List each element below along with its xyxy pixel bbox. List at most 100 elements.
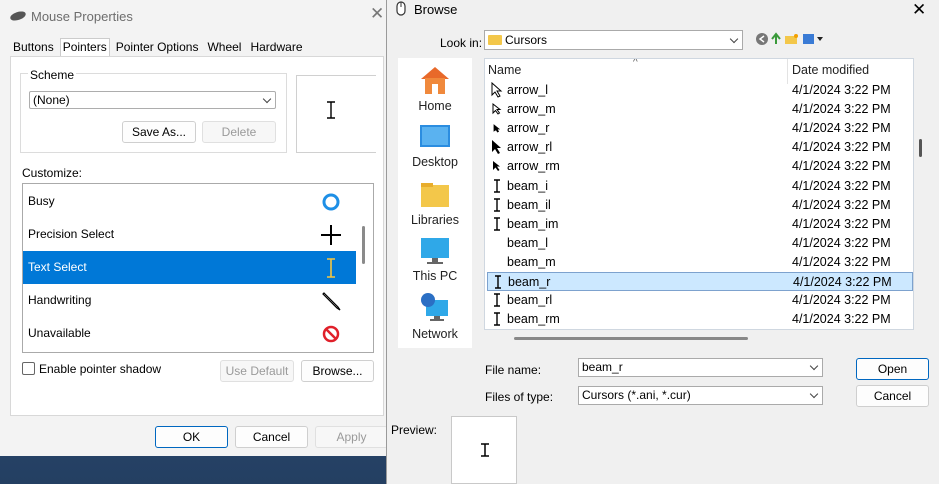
file-name-input[interactable]: beam_r bbox=[578, 358, 823, 377]
list-item-label: Precision Select bbox=[28, 227, 115, 241]
ok-button[interactable]: OK bbox=[155, 426, 228, 448]
scheme-value: (None) bbox=[33, 93, 70, 107]
list-item[interactable]: Busy bbox=[23, 185, 356, 218]
place-libraries[interactable]: Libraries bbox=[398, 180, 472, 227]
list-item[interactable]: Unavailable bbox=[23, 317, 356, 350]
file-list: Name ^ Date modified arrow_l 4/1/2024 3:2… bbox=[484, 58, 914, 330]
look-in-select[interactable]: Cursors bbox=[484, 30, 743, 50]
save-as-button[interactable]: Save As... bbox=[122, 121, 196, 143]
cursor-file-icon bbox=[494, 216, 500, 231]
file-name: beam_rm bbox=[507, 312, 560, 327]
chevron-down-icon bbox=[729, 34, 739, 44]
desktop-icon bbox=[420, 125, 450, 147]
file-date: 4/1/2024 3:22 PM bbox=[792, 102, 891, 117]
list-item-label: Unavailable bbox=[28, 326, 91, 340]
text-beam-icon bbox=[327, 101, 335, 119]
look-in-value: Cursors bbox=[505, 33, 548, 47]
cursor-file-icon bbox=[494, 293, 500, 307]
new-folder-icon[interactable] bbox=[785, 34, 798, 44]
file-row[interactable]: beam_m 4/1/2024 3:22 PM bbox=[487, 253, 913, 272]
cursor-file-icon bbox=[491, 82, 503, 98]
view-menu-icon[interactable] bbox=[803, 34, 823, 44]
place-label: Libraries bbox=[411, 213, 459, 227]
text-beam-icon bbox=[327, 258, 335, 278]
column-header-date[interactable]: Date modified bbox=[792, 63, 869, 77]
tab-wheel[interactable]: Wheel bbox=[204, 38, 244, 56]
column-header-name[interactable]: Name bbox=[488, 63, 521, 77]
tab-bar: Buttons Pointers Pointer Options Wheel H… bbox=[10, 38, 309, 56]
files-of-type-label: Files of type: bbox=[485, 390, 554, 404]
file-date: 4/1/2024 3:22 PM bbox=[792, 254, 891, 269]
list-item[interactable]: Text Select bbox=[23, 251, 356, 284]
file-date: 4/1/2024 3:22 PM bbox=[792, 121, 891, 136]
file-row[interactable]: beam_rm 4/1/2024 3:22 PM bbox=[487, 310, 913, 329]
apply-button[interactable]: Apply bbox=[315, 426, 388, 448]
tab-pointer-options[interactable]: Pointer Options bbox=[113, 38, 202, 56]
browse-button[interactable]: Browse... bbox=[301, 360, 374, 382]
tab-pointers[interactable]: Pointers bbox=[59, 38, 110, 56]
cursor-file-icon bbox=[494, 312, 500, 326]
list-item-label: Handwriting bbox=[28, 293, 92, 307]
file-row[interactable]: arrow_l 4/1/2024 3:22 PM bbox=[487, 81, 913, 100]
file-name: beam_il bbox=[507, 197, 551, 212]
cancel-button[interactable]: Cancel bbox=[235, 426, 308, 448]
browse-close-icon[interactable]: ✕ bbox=[912, 0, 926, 20]
file-preview bbox=[451, 416, 517, 484]
file-row[interactable]: arrow_rl 4/1/2024 3:22 PM bbox=[487, 138, 913, 157]
file-list-horizontal-scrollbar[interactable] bbox=[514, 337, 748, 340]
sort-ascending-icon: ^ bbox=[633, 58, 638, 68]
back-icon[interactable] bbox=[756, 33, 768, 45]
file-name: arrow_l bbox=[507, 83, 548, 97]
tab-hardware[interactable]: Hardware bbox=[247, 38, 305, 56]
list-item[interactable]: Handwriting bbox=[23, 284, 356, 317]
enable-pointer-shadow-checkbox[interactable] bbox=[22, 362, 35, 375]
file-row[interactable]: beam_r 4/1/2024 3:22 PM bbox=[487, 272, 913, 291]
enable-pointer-shadow-label: Enable pointer shadow bbox=[39, 362, 162, 376]
file-row[interactable]: beam_i 4/1/2024 3:22 PM bbox=[487, 177, 913, 196]
file-list-vertical-scrollbar[interactable] bbox=[919, 139, 922, 157]
file-row[interactable]: arrow_r 4/1/2024 3:22 PM bbox=[487, 119, 913, 138]
files-of-type-select[interactable]: Cursors (*.ani, *.cur) bbox=[578, 386, 823, 405]
cursor-file-icon bbox=[492, 140, 501, 155]
cursor-file-icon bbox=[492, 103, 502, 115]
scheme-label: Scheme bbox=[28, 68, 77, 82]
scheme-select[interactable]: (None) bbox=[29, 91, 276, 109]
cursor-file-icon bbox=[495, 275, 501, 289]
place-home[interactable]: Home bbox=[398, 64, 472, 113]
place-label: Home bbox=[418, 99, 452, 113]
place-network[interactable]: Network bbox=[398, 292, 472, 341]
open-button[interactable]: Open bbox=[856, 358, 929, 380]
file-date: 4/1/2024 3:22 PM bbox=[792, 197, 891, 212]
look-in-label: Look in: bbox=[440, 36, 483, 50]
pointer-preview bbox=[296, 75, 376, 153]
file-name-label: File name: bbox=[485, 363, 542, 377]
preview-label: Preview: bbox=[391, 423, 438, 437]
tab-buttons[interactable]: Buttons bbox=[10, 38, 57, 56]
up-folder-icon[interactable] bbox=[771, 32, 781, 44]
delete-button[interactable]: Delete bbox=[202, 121, 276, 143]
place-desktop[interactable]: Desktop bbox=[398, 122, 472, 169]
file-row[interactable]: arrow_m 4/1/2024 3:22 PM bbox=[487, 100, 913, 119]
pointer-list-scrollbar[interactable] bbox=[362, 226, 365, 264]
file-date: 4/1/2024 3:22 PM bbox=[792, 312, 891, 327]
use-default-button[interactable]: Use Default bbox=[220, 360, 294, 382]
place-this-pc[interactable]: This PC bbox=[398, 236, 472, 283]
mouse-properties-close-icon[interactable]: ✕ bbox=[370, 4, 384, 24]
mouse-properties-title: Mouse Properties bbox=[31, 9, 133, 24]
file-date: 4/1/2024 3:22 PM bbox=[792, 178, 891, 193]
file-row[interactable]: arrow_rm 4/1/2024 3:22 PM bbox=[487, 157, 913, 176]
pointer-list: Busy Precision Select Text Select Handwr… bbox=[22, 183, 374, 353]
file-row[interactable]: beam_l 4/1/2024 3:22 PM bbox=[487, 234, 913, 253]
file-date: 4/1/2024 3:22 PM bbox=[793, 275, 892, 289]
file-row[interactable]: beam_rl 4/1/2024 3:22 PM bbox=[487, 291, 913, 310]
file-row[interactable]: beam_im 4/1/2024 3:22 PM bbox=[487, 215, 913, 234]
file-name: beam_m bbox=[507, 254, 556, 269]
file-row[interactable]: beam_il 4/1/2024 3:22 PM bbox=[487, 196, 913, 215]
file-name: arrow_rl bbox=[507, 140, 553, 155]
text-beam-icon bbox=[481, 443, 489, 457]
customize-label: Customize: bbox=[22, 166, 83, 180]
mouse-icon bbox=[396, 1, 406, 16]
browse-cancel-button[interactable]: Cancel bbox=[856, 385, 929, 407]
list-item[interactable]: Precision Select bbox=[23, 218, 356, 251]
crosshair-icon bbox=[321, 225, 341, 245]
